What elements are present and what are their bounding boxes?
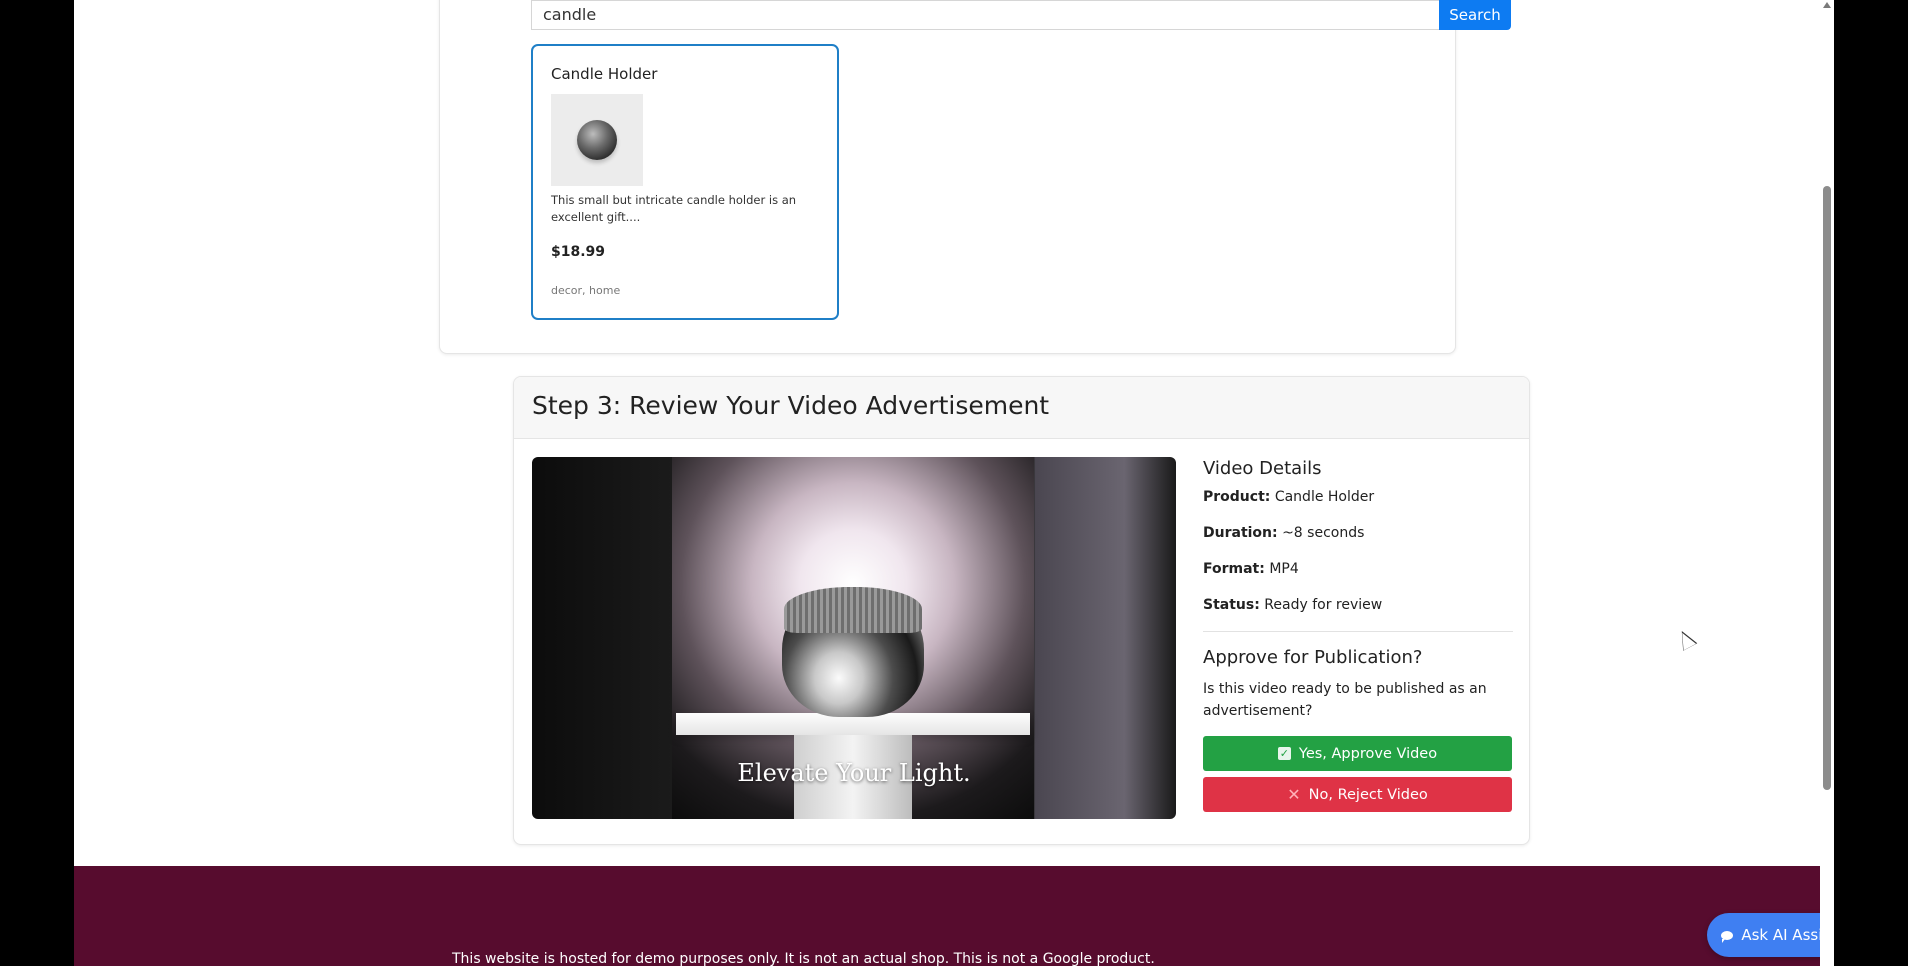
detail-label: Duration: (1203, 525, 1278, 541)
video-details-title: Video Details (1203, 458, 1322, 479)
page: candle Search Candle Holder This small b… (74, 0, 1834, 966)
ask-ai-assistant-button[interactable]: Ask AI Assistant (1707, 913, 1834, 957)
review-card-header: Step 3: Review Your Video Advertisement (514, 377, 1529, 439)
approve-video-button[interactable]: ✓ Yes, Approve Video (1203, 736, 1512, 771)
video-details: Video Details Product: Candle Holder Dur… (1203, 457, 1513, 818)
step-title: Step 3: Review Your Video Advertisement (532, 391, 1050, 420)
video-candle-holder-band (784, 587, 922, 633)
detail-value: Ready for review (1264, 597, 1383, 613)
chat-bubble-icon (1721, 930, 1734, 943)
detail-value: ~8 seconds (1282, 525, 1365, 541)
detail-duration: Duration: ~8 seconds (1203, 523, 1513, 543)
detail-label: Format: (1203, 561, 1265, 577)
approve-description: Is this video ready to be published as a… (1203, 681, 1487, 719)
candle-holder-thumbnail (577, 120, 617, 160)
approve-video-label: Yes, Approve Video (1298, 745, 1438, 762)
approve-title: Approve for Publication? (1203, 647, 1423, 668)
product-price: $18.99 (551, 244, 606, 260)
video-player[interactable]: Elevate Your Light. (532, 457, 1176, 819)
detail-product: Product: Candle Holder (1203, 487, 1513, 507)
reject-video-button[interactable]: ✕ No, Reject Video (1203, 777, 1512, 812)
page-scrollbar[interactable] (1820, 0, 1834, 966)
review-card: Step 3: Review Your Video Advertisement … (513, 376, 1530, 845)
site-footer: This website is hosted for demo purposes… (74, 866, 1820, 966)
detail-value: Candle Holder (1274, 489, 1375, 505)
product-description: This small but intricate candle holder i… (551, 193, 797, 224)
detail-label: Status: (1203, 597, 1260, 613)
scroll-up-arrow-icon[interactable] (1823, 2, 1831, 8)
search-input[interactable]: candle (531, 0, 1439, 30)
details-divider (1203, 631, 1513, 632)
product-image (551, 94, 643, 186)
video-caption: Elevate Your Light. (737, 759, 971, 787)
detail-label: Product: (1203, 489, 1271, 505)
check-icon: ✓ (1277, 747, 1291, 760)
close-icon: ✕ (1287, 784, 1301, 804)
footer-disclaimer: This website is hosted for demo purposes… (452, 951, 1155, 966)
scrollbar-thumb[interactable] (1823, 186, 1831, 790)
detail-value: MP4 (1269, 561, 1299, 577)
product-card[interactable]: Candle Holder This small but intricate c… (531, 44, 839, 320)
product-title: Candle Holder (551, 65, 658, 83)
search-button[interactable]: Search (1439, 0, 1511, 30)
detail-status: Status: Ready for review (1203, 595, 1513, 615)
detail-format: Format: MP4 (1203, 559, 1513, 579)
search-input-value: candle (543, 5, 597, 24)
reject-video-label: No, Reject Video (1308, 786, 1428, 803)
product-tags: decor, home (551, 284, 621, 297)
